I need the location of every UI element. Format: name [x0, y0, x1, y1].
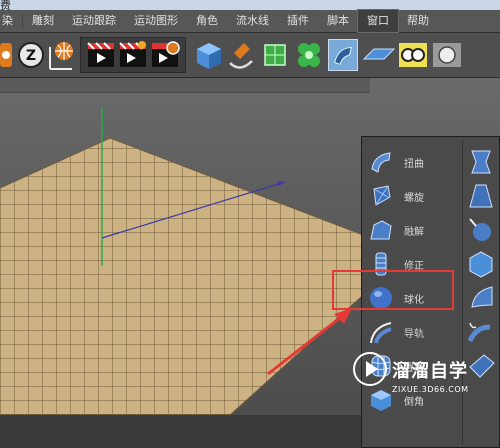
- light-icon[interactable]: [432, 39, 462, 71]
- main-toolbar: Z: [0, 33, 500, 78]
- watermark-title: 溜溜自学: [392, 361, 468, 382]
- palette-item-melt[interactable]: 融解: [368, 215, 468, 245]
- melt-deformer-icon: [368, 217, 394, 243]
- camera-icon[interactable]: [398, 39, 428, 71]
- menu-window[interactable]: 窗口: [357, 9, 399, 33]
- menu-mograph[interactable]: 运动图形: [125, 10, 187, 32]
- palette-item-twist[interactable]: 螺旋: [368, 181, 468, 211]
- menu-help[interactable]: 帮助: [398, 10, 438, 32]
- menu-character[interactable]: 角色: [187, 10, 227, 32]
- wrap-deformer-icon[interactable]: [466, 283, 496, 313]
- deformer-bend-icon[interactable]: [328, 39, 358, 71]
- palette-item-label: 扭曲: [404, 159, 424, 170]
- pen-spline-icon[interactable]: [226, 39, 256, 71]
- menu-pipeline[interactable]: 流水线: [227, 10, 278, 32]
- z-axis-icon[interactable]: Z: [16, 39, 46, 71]
- svg-text:Z: Z: [26, 48, 36, 64]
- menu-bar: 染 雕刻 运动跟踪 运动图形 角色 流水线 插件 脚本 窗口 帮助: [0, 9, 500, 33]
- taper-deformer-icon[interactable]: [466, 181, 496, 211]
- highlight-box: [332, 270, 454, 310]
- render-settings-icon[interactable]: [150, 39, 180, 71]
- palette-item-label: 融解: [404, 227, 424, 238]
- palette-item-rail[interactable]: 导轨: [368, 317, 468, 347]
- palette-item-label: 螺旋: [404, 193, 424, 204]
- palette-item-bend[interactable]: 扭曲: [368, 147, 468, 177]
- watermark: 溜溜自学 ZIXUE.3D66.COM: [352, 345, 500, 405]
- menu-sculpt[interactable]: 雕刻: [23, 10, 63, 32]
- bulge-deformer-icon[interactable]: [466, 147, 496, 177]
- watermark-subtitle: ZIXUE.3D66.COM: [392, 385, 469, 394]
- menu-plugins[interactable]: 插件: [278, 10, 318, 32]
- render-picture-viewer-icon[interactable]: [118, 39, 148, 71]
- object-group-icon[interactable]: [0, 39, 14, 71]
- spline-wrap-deformer-icon[interactable]: [466, 317, 496, 347]
- title-bar: 费: [0, 0, 500, 12]
- ffd-deformer-icon[interactable]: [466, 249, 496, 279]
- watermark-logo-icon: [353, 352, 387, 386]
- cube-icon[interactable]: [194, 39, 224, 71]
- twist-deformer-icon: [368, 183, 394, 209]
- cloner-icon[interactable]: [294, 39, 324, 71]
- palette-item-label: 导轨: [404, 329, 424, 340]
- render-view-icon[interactable]: [86, 39, 116, 71]
- rail-deformer-icon: [368, 319, 394, 345]
- world-coordinates-icon[interactable]: [46, 39, 76, 71]
- menu-render[interactable]: 染: [0, 10, 22, 32]
- menu-script[interactable]: 脚本: [318, 10, 358, 32]
- floor-icon[interactable]: [362, 39, 396, 71]
- menu-motion-tracking[interactable]: 运动跟踪: [63, 10, 125, 32]
- subdivision-surface-icon[interactable]: [260, 39, 290, 71]
- 3d-viewport[interactable]: 扭曲 螺旋 融解 修正 球化 导轨 置换 倒角 溜溜自学 ZIXUE.3D66.…: [0, 78, 500, 448]
- explosion-deformer-icon[interactable]: [466, 215, 496, 245]
- bend-deformer-icon: [368, 149, 394, 175]
